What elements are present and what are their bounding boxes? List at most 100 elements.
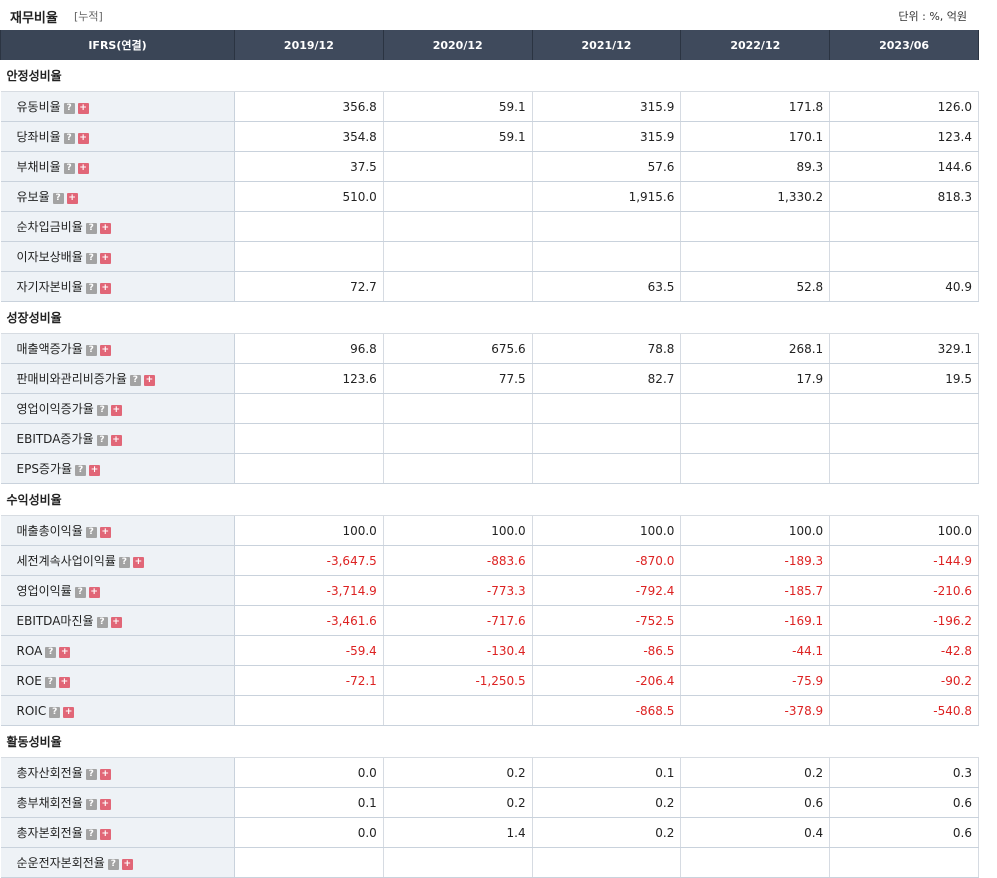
table-row: 순운전자본회전율? + [0,847,979,878]
help-icon[interactable]: ? [85,799,97,810]
expand-icon[interactable]: + [77,103,89,114]
value-cell [680,423,831,454]
value-cell: -792.4 [532,575,682,606]
expand-icon[interactable]: + [77,163,89,174]
table-row: EPS증가율? + [0,453,979,484]
value-cell [680,393,831,424]
expand-icon[interactable]: + [110,405,122,416]
expand-icon[interactable]: + [99,799,111,810]
value-cell [829,847,979,878]
section-header-row: 수익성비율 [0,483,979,516]
help-icon[interactable]: ? [85,253,97,264]
expand-icon[interactable]: + [66,193,78,204]
value-cell: -169.1 [680,605,831,636]
expand-icon[interactable]: + [132,557,144,568]
help-icon[interactable]: ? [96,435,108,446]
row-label-cell: EBITDA마진율? + [0,605,235,636]
value-cell: -75.9 [680,665,831,696]
value-cell: -72.1 [234,665,384,696]
row-label: ROE [16,673,42,688]
help-icon[interactable]: ? [75,465,87,476]
row-label: EBITDA마진율 [16,614,94,628]
expand-icon[interactable]: + [58,676,70,688]
help-icon[interactable]: ? [129,375,141,386]
expand-icon[interactable]: + [63,706,75,718]
row-label: 유보율 [16,190,50,204]
table-row: 총자본회전율? +0.0 1.4 0.2 0.4 0.6 [0,817,979,848]
value-cell: -130.4 [383,635,533,666]
help-icon[interactable]: ? [85,829,97,840]
table-row: 자기자본비율? +72.7 63.5 52.8 40.9 [0,271,979,302]
row-label: 영업이익증가율 [16,402,94,416]
expand-icon[interactable]: + [99,527,111,538]
value-cell: 100.0 [234,515,384,546]
row-label-cell: 이자보상배율? + [0,241,235,272]
value-cell: 268.1 [680,333,831,364]
expand-icon[interactable]: + [59,646,71,658]
column-header: IFRS(연결) [0,30,235,60]
help-icon[interactable]: ? [85,283,97,294]
expand-icon[interactable]: + [99,283,111,294]
help-icon[interactable]: ? [118,557,130,568]
row-label-cell: 판매비와관리비증가율? + [0,363,235,394]
help-icon[interactable]: ? [44,676,56,688]
row-label-cell: 영업이익증가율? + [0,393,235,424]
value-cell [383,151,533,182]
expand-icon[interactable]: + [88,587,100,598]
expand-icon[interactable]: + [99,223,111,234]
value-cell: 17.9 [680,363,831,394]
expand-icon[interactable]: + [89,465,101,476]
help-icon[interactable]: ? [96,617,108,628]
value-cell: 170.1 [680,121,831,152]
value-cell: 40.9 [829,271,979,302]
value-cell [234,211,384,242]
expand-icon[interactable]: + [99,345,111,356]
help-icon[interactable]: ? [63,103,75,114]
value-cell: -59.4 [234,635,384,666]
value-cell: -206.4 [532,665,682,696]
expand-icon[interactable]: + [143,375,155,386]
expand-icon[interactable]: + [121,859,133,870]
table-row: ROA? + -59.4 -130.4 -86.5 -44.1 -42.8 [0,635,979,666]
value-cell: 19.5 [829,363,979,394]
expand-icon[interactable]: + [110,617,122,628]
value-cell: -144.9 [829,545,979,576]
value-cell: -870.0 [532,545,682,576]
help-icon[interactable]: ? [45,646,57,658]
help-icon[interactable]: ? [85,345,97,356]
help-icon[interactable]: ? [52,193,64,204]
help-icon[interactable]: ? [107,859,119,870]
value-cell: 0.2 [532,787,682,818]
section-title: 수익성비율 [0,483,979,516]
expand-icon[interactable]: + [77,133,89,144]
help-icon[interactable]: ? [85,769,97,780]
value-cell: 315.9 [532,121,682,152]
row-label: 유동비율 [16,100,61,114]
value-cell: 59.1 [383,121,533,152]
help-icon[interactable]: ? [63,133,75,144]
section-title: 안정성비율 [0,60,979,92]
column-header: 2023/06 [829,30,979,60]
expand-icon[interactable]: + [99,253,111,264]
value-cell: 78.8 [532,333,682,364]
expand-icon[interactable]: + [110,435,122,446]
value-cell [532,211,682,242]
help-icon[interactable]: ? [49,706,61,718]
value-cell: -378.9 [680,695,831,726]
row-label: 매출총이익율 [16,524,83,538]
help-icon[interactable]: ? [74,587,86,598]
expand-icon[interactable]: + [99,829,111,840]
help-icon[interactable]: ? [63,163,75,174]
row-label-cell: 매출총이익율? + [0,515,235,546]
help-icon[interactable]: ? [85,223,97,234]
help-icon[interactable]: ? [85,527,97,538]
row-label-cell: EPS증가율? + [0,453,235,484]
expand-icon[interactable]: + [99,769,111,780]
row-label-cell: 자기자본비율? + [0,271,235,302]
help-icon[interactable]: ? [96,405,108,416]
value-cell [680,211,831,242]
value-cell [829,211,979,242]
row-label-cell: 총자본회전율? + [0,817,235,848]
value-cell: -868.5 [532,695,682,726]
section-title: 활동성비율 [0,725,979,758]
